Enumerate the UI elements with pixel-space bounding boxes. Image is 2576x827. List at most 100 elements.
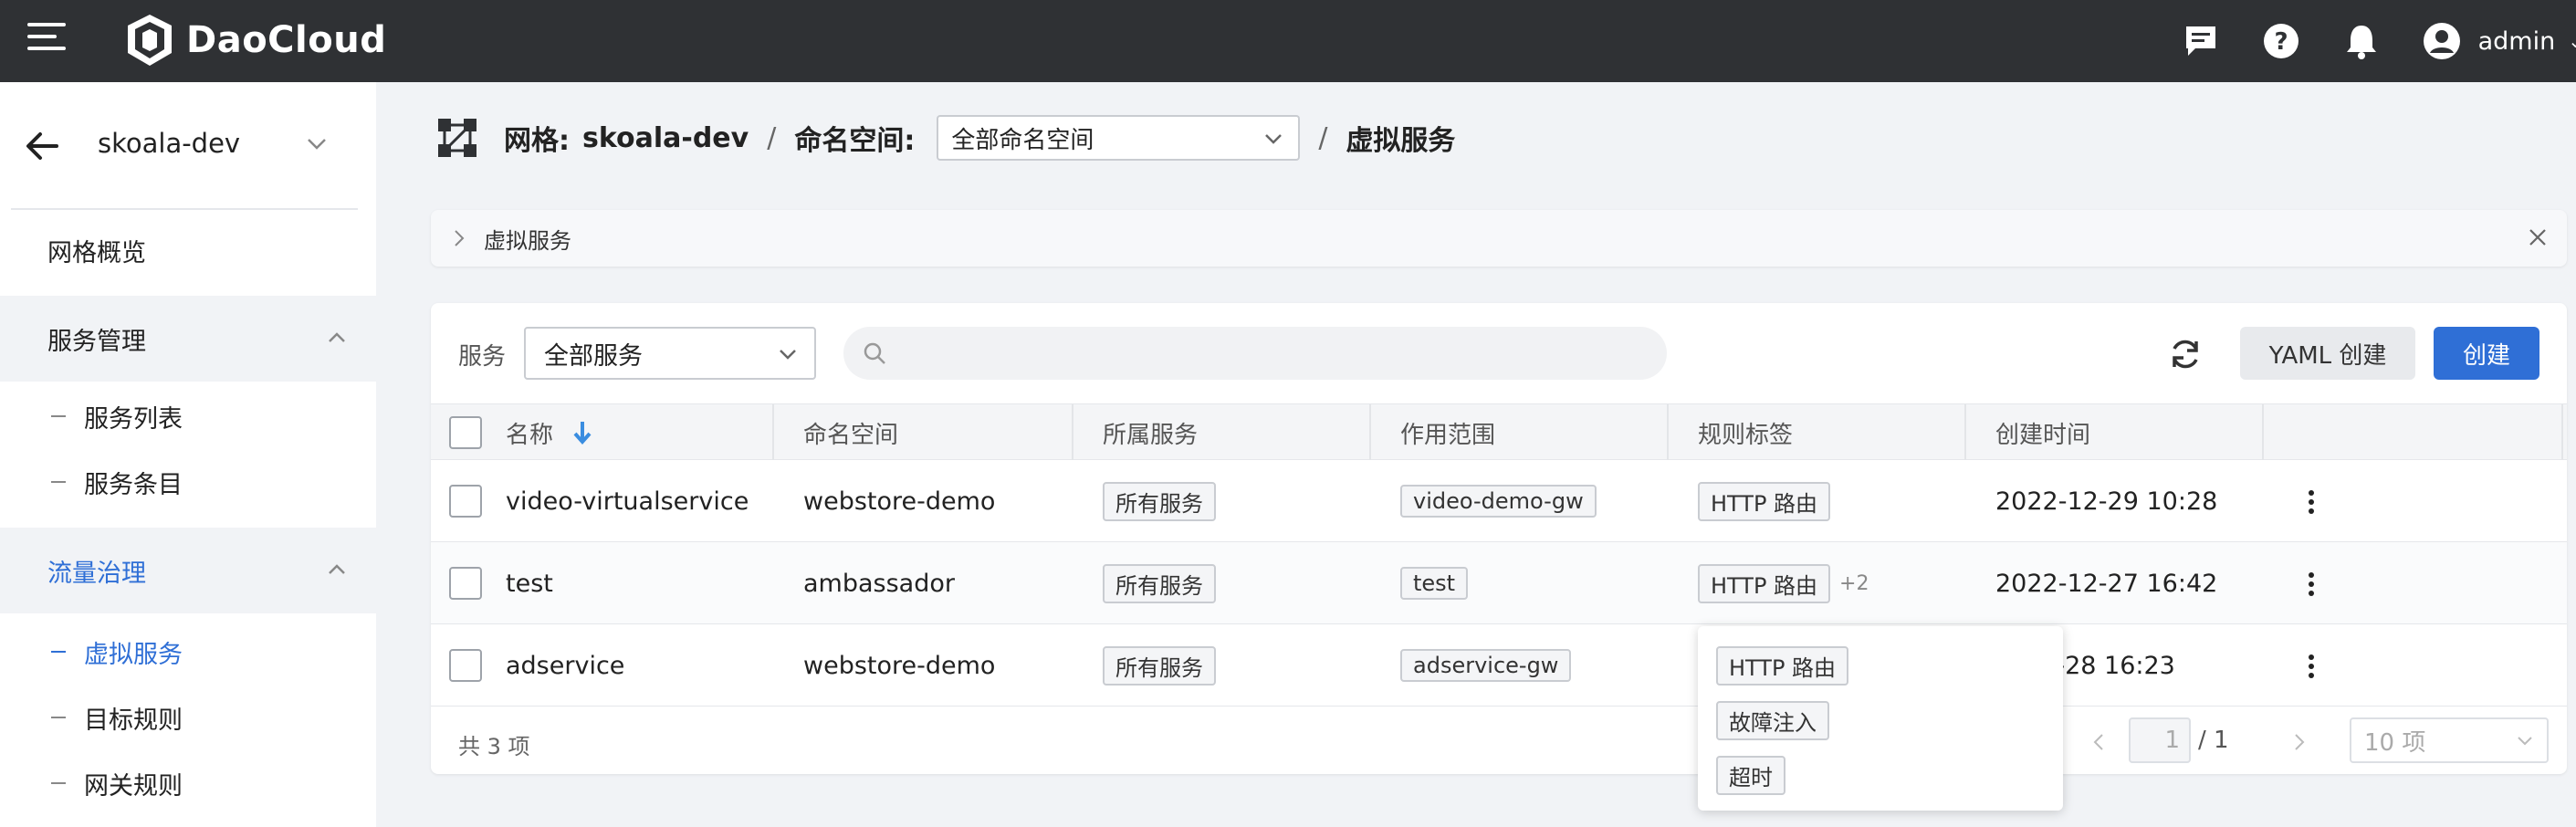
- mesh-label: 网格:: [504, 125, 570, 157]
- sidebar-item-virtual-services[interactable]: 虚拟服务: [0, 619, 376, 685]
- sidebar-item-label: 网关规则: [84, 771, 183, 801]
- service-filter-select[interactable]: 全部服务: [524, 327, 816, 380]
- row-namespace: webstore-demo: [803, 487, 996, 516]
- close-icon[interactable]: [2527, 226, 2549, 248]
- refresh-icon[interactable]: [2165, 334, 2205, 374]
- user-icon[interactable]: [2422, 21, 2462, 61]
- sidebar-item-mesh-overview[interactable]: 网格概览: [0, 217, 376, 283]
- chevron-down-icon: [780, 350, 796, 360]
- sidebar-item-service-entries[interactable]: 服务条目: [0, 449, 376, 515]
- popover-tag: 超时: [1716, 756, 1785, 795]
- page-total: / 1: [2198, 727, 2229, 754]
- row-name[interactable]: adservice: [506, 624, 624, 707]
- sidebar-item-service-list[interactable]: 服务列表: [0, 383, 376, 449]
- chevron-right-icon[interactable]: [2293, 732, 2306, 752]
- row-namespace: ambassador: [803, 569, 955, 598]
- search-input[interactable]: [902, 340, 1650, 367]
- search-box[interactable]: [843, 327, 1667, 380]
- service-filter-value: 全部服务: [544, 341, 643, 371]
- chevron-down-icon: [2518, 737, 2532, 746]
- column-header-name[interactable]: 名称: [506, 404, 595, 461]
- yaml-create-button[interactable]: YAML 创建: [2240, 327, 2415, 380]
- collapse-title: 虚拟服务: [484, 227, 571, 254]
- create-button[interactable]: 创建: [2434, 327, 2539, 380]
- sidebar-item-destination-rules[interactable]: 目标规则: [0, 685, 376, 750]
- row-name[interactable]: test: [506, 542, 553, 624]
- column-header-label: 名称: [506, 421, 554, 449]
- page-size-select[interactable]: 10 项: [2350, 717, 2549, 763]
- sidebar-group-traffic-governance[interactable]: 流量治理: [0, 528, 376, 613]
- namespace-label: 命名空间:: [794, 125, 916, 157]
- chat-icon[interactable]: [2181, 21, 2221, 61]
- mesh-switcher: skoala-dev: [11, 82, 358, 210]
- svg-text:?: ?: [2274, 28, 2288, 56]
- column-header-created: 创建时间: [1995, 421, 2091, 449]
- more-actions-icon[interactable]: [2308, 654, 2315, 679]
- bell-icon[interactable]: [2341, 21, 2382, 61]
- chevron-right-icon[interactable]: [453, 228, 466, 248]
- popover-tag: HTTP 路由: [1716, 646, 1849, 686]
- row-checkbox[interactable]: [449, 485, 482, 518]
- row-checkbox[interactable]: [449, 649, 482, 682]
- select-all-checkbox[interactable]: [449, 416, 482, 449]
- page-title: 虚拟服务: [1346, 125, 1456, 157]
- menu-icon[interactable]: [27, 23, 66, 56]
- sidebar-item-label: 服务条目: [84, 470, 183, 499]
- page-size-value: 10 项: [2364, 728, 2426, 757]
- mesh-icon: [438, 119, 476, 157]
- scope-tag: video-demo-gw: [1400, 485, 1597, 518]
- chevron-down-icon: [1265, 134, 1283, 144]
- scope-tag: test: [1400, 567, 1469, 600]
- more-actions-icon[interactable]: [2308, 571, 2315, 597]
- row-checkbox[interactable]: [449, 567, 482, 600]
- sidebar-group-service-management[interactable]: 服务管理: [0, 296, 376, 382]
- back-arrow-icon[interactable]: [24, 130, 60, 162]
- total-count: 共 3 项: [458, 734, 530, 759]
- toolbar: 服务 全部服务 YAML 创建 创建: [431, 303, 2567, 403]
- search-icon: [864, 342, 885, 364]
- sidebar-item-label: 目标规则: [84, 706, 183, 735]
- row-created-time: 2022-12-27 16:42: [1995, 569, 2218, 598]
- chevron-up-icon: [329, 332, 345, 342]
- logo[interactable]: DaoCloud: [124, 13, 386, 68]
- chevron-left-icon[interactable]: [2092, 732, 2105, 752]
- mesh-value: skoala-dev: [582, 121, 749, 154]
- more-tags-count[interactable]: +2: [1839, 572, 1869, 595]
- chevron-up-icon: [329, 564, 345, 574]
- service-tag: 所有服务: [1103, 481, 1216, 521]
- top-navbar: DaoCloud ? admin ⌄: [0, 0, 2576, 82]
- help-icon[interactable]: ?: [2261, 21, 2301, 61]
- breadcrumb: 网格: skoala-dev / 命名空间: 全部命名空间 / 虚拟服务: [436, 113, 1455, 162]
- service-tag: 所有服务: [1103, 563, 1216, 603]
- rule-tags-popover: HTTP 路由 故障注入 超时: [1698, 626, 2063, 811]
- breadcrumb-separator: /: [767, 121, 777, 154]
- sidebar-item-label: 网格概览: [47, 238, 146, 267]
- scope-tag: adservice-gw: [1400, 649, 1572, 682]
- rule-tag: HTTP 路由: [1698, 563, 1831, 603]
- user-name[interactable]: admin: [2478, 27, 2556, 56]
- table-footer: 共 3 项 1 / 1 10 项: [431, 707, 2567, 774]
- sort-arrow-icon[interactable]: [570, 418, 595, 447]
- user-menu-caret-icon[interactable]: ⌄: [2568, 30, 2576, 52]
- sidebar-item-gateway-rules[interactable]: 网关规则: [0, 750, 376, 816]
- mesh-name[interactable]: skoala-dev: [98, 128, 240, 159]
- info-collapse-panel[interactable]: 虚拟服务: [431, 210, 2567, 267]
- table-header: 名称 命名空间 所属服务 作用范围 规则标签 创建时间: [431, 403, 2567, 461]
- column-header-namespace: 命名空间: [803, 421, 899, 449]
- service-tag: 所有服务: [1103, 645, 1216, 686]
- page-number-input[interactable]: 1: [2129, 717, 2191, 763]
- more-actions-icon[interactable]: [2308, 489, 2315, 515]
- breadcrumb-separator: /: [1318, 121, 1328, 154]
- popover-tag: 故障注入: [1716, 701, 1829, 740]
- virtual-service-table-card: 服务 全部服务 YAML 创建 创建 名称 命名空间 所属服务 作用范围 规则标…: [431, 303, 2567, 774]
- chevron-down-icon[interactable]: [303, 130, 330, 157]
- row-created-time: 2022-12-29 10:28: [1995, 487, 2218, 516]
- sidebar-item-label: 流量治理: [47, 559, 146, 588]
- sidebar-item-label: 服务管理: [47, 327, 146, 356]
- table-row[interactable]: test ambassador 所有服务 test HTTP 路由 +2 202…: [431, 542, 2567, 624]
- row-name[interactable]: video-virtualservice: [506, 460, 749, 542]
- table-row[interactable]: adservice webstore-demo 所有服务 adservice-g…: [431, 624, 2567, 707]
- namespace-select[interactable]: 全部命名空间: [937, 115, 1301, 161]
- table-row[interactable]: video-virtualservice webstore-demo 所有服务 …: [431, 460, 2567, 542]
- column-header-rule-tags: 规则标签: [1698, 421, 1794, 449]
